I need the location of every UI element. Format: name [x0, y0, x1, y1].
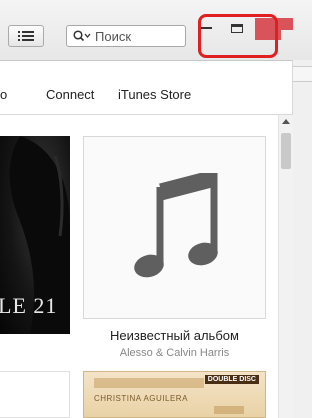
window-controls-highlight — [198, 14, 278, 58]
close-button-edge — [281, 18, 293, 30]
list-icon — [18, 31, 34, 41]
cover-decoration — [94, 378, 204, 388]
album-artist[interactable]: Alesso & Calvin Harris — [83, 347, 266, 359]
title-bar — [0, 0, 312, 61]
window-edge-divider — [293, 66, 312, 82]
cover-decoration — [214, 406, 244, 414]
album-cover-christina-aguilera[interactable]: DOUBLE DISC CHRISTINA AGUILERA — [83, 371, 266, 418]
album-cover-placeholder[interactable] — [0, 371, 70, 418]
album-title[interactable]: Неизвестный альбом — [83, 328, 266, 343]
album-cover-adele[interactable]: LE 21 — [0, 136, 70, 334]
music-note-icon — [133, 172, 218, 277]
nav-item-music[interactable]: o — [0, 87, 7, 102]
list-view-button[interactable] — [8, 25, 44, 47]
album-grid: LE 21 Неизвестный альбом Alesso & Calvin… — [0, 115, 278, 418]
vertical-scrollbar[interactable] — [278, 115, 293, 418]
search-input[interactable] — [95, 28, 175, 44]
nav-item-itunes-store[interactable]: iTunes Store — [118, 87, 191, 102]
scroll-up-icon[interactable] — [282, 119, 290, 124]
album-cover-unknown[interactable] — [83, 136, 266, 319]
itunes-window: o Connect iTunes Store LE 21 Неизвестный… — [0, 0, 312, 418]
cover-artist-text: CHRISTINA AGUILERA — [94, 394, 188, 403]
nav-bar: o Connect iTunes Store — [0, 62, 292, 115]
nav-item-connect[interactable]: Connect — [46, 87, 94, 102]
search-icon — [73, 30, 91, 42]
cover-badge: DOUBLE DISC — [204, 375, 259, 384]
scroll-thumb[interactable] — [281, 133, 291, 169]
search-field[interactable] — [66, 25, 186, 47]
window-edge-panel — [292, 60, 312, 418]
album-cover-text: LE 21 — [0, 293, 58, 318]
